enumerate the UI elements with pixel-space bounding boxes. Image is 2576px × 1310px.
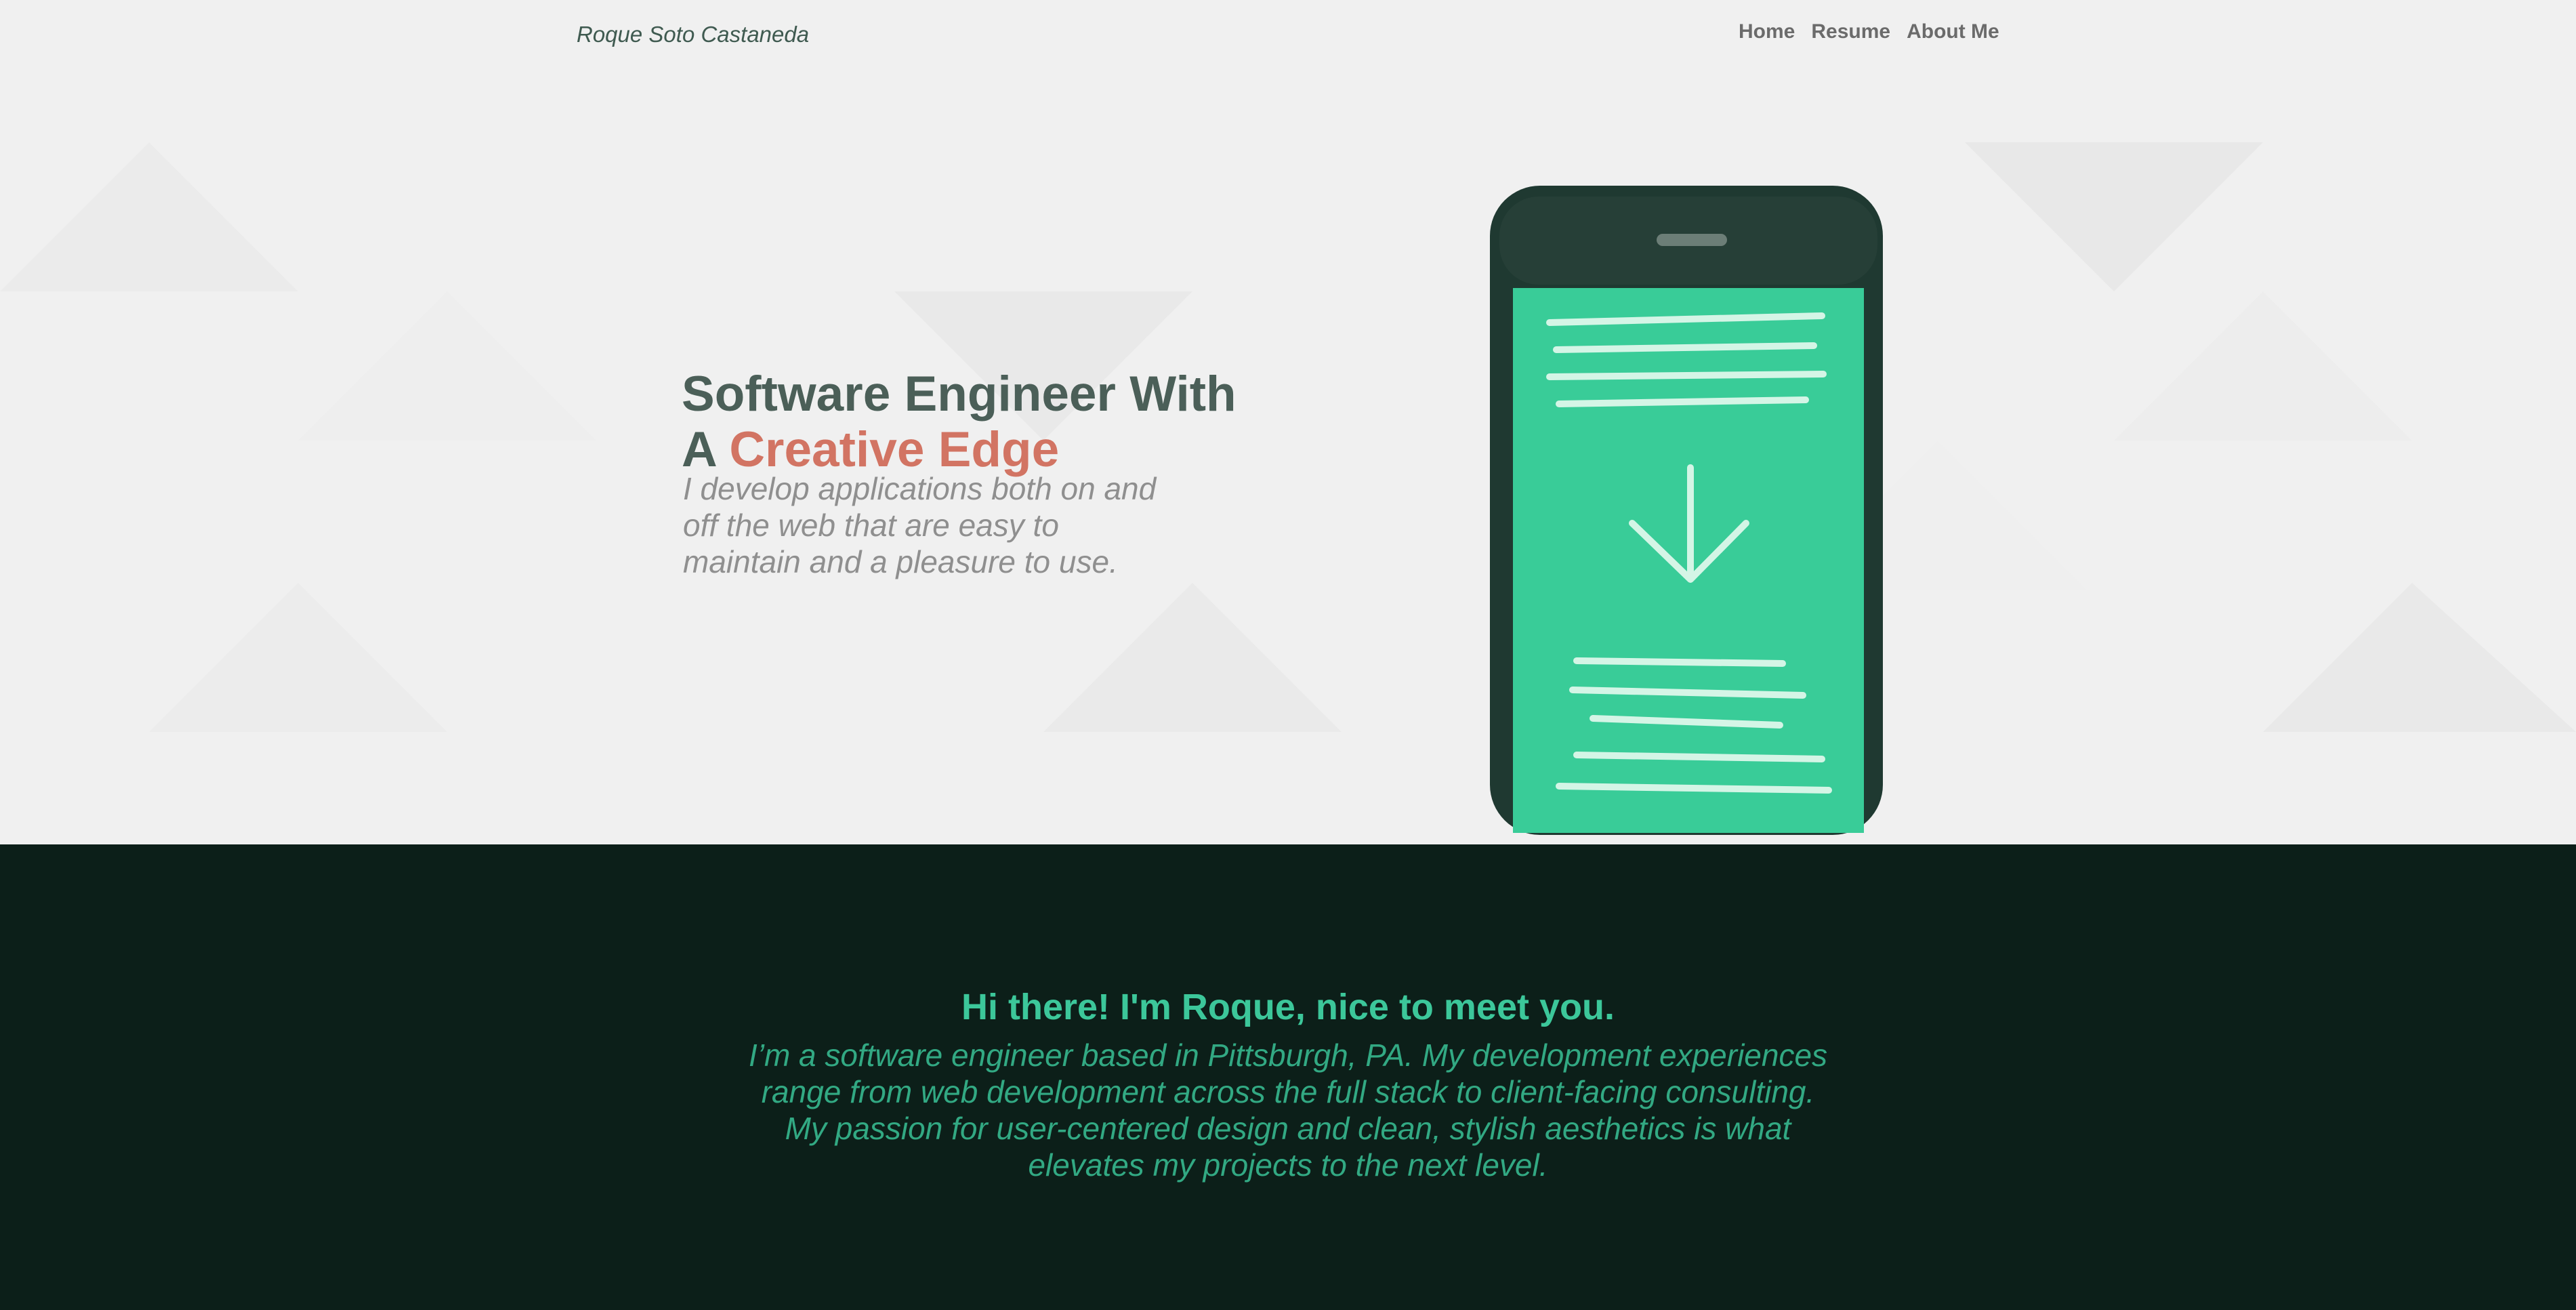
hero-tagline: I develop applications both on and off t…: [683, 471, 1157, 579]
triangle-pattern-background: [0, 142, 2576, 732]
nav-resume-link[interactable]: Resume: [1811, 20, 1890, 43]
nav-home-link[interactable]: Home: [1739, 20, 1795, 43]
hero-headline: Software Engineer With A Creative Edge: [682, 367, 1237, 478]
headline-line-2-prefix: A: [682, 422, 716, 477]
about-heading: Hi there! I'm Roque, nice to meet you.: [961, 987, 1615, 1027]
hero-section: Roque Soto Castaneda Home Resume About M…: [0, 0, 2576, 844]
headline-line-1: Software Engineer With: [682, 366, 1237, 422]
about-section: Hi there! I'm Roque, nice to meet you. I…: [0, 844, 2576, 1310]
nav-about-me-link[interactable]: About Me: [1907, 20, 1999, 43]
about-description: I’m a software engineer based in Pittsbu…: [748, 1038, 1828, 1183]
headline-accent: Creative Edge: [729, 422, 1060, 477]
main-navigation: Home Resume About Me: [1739, 20, 1999, 43]
site-brand[interactable]: Roque Soto Castaneda: [577, 22, 809, 47]
phone-download-icon: [1490, 186, 1883, 835]
